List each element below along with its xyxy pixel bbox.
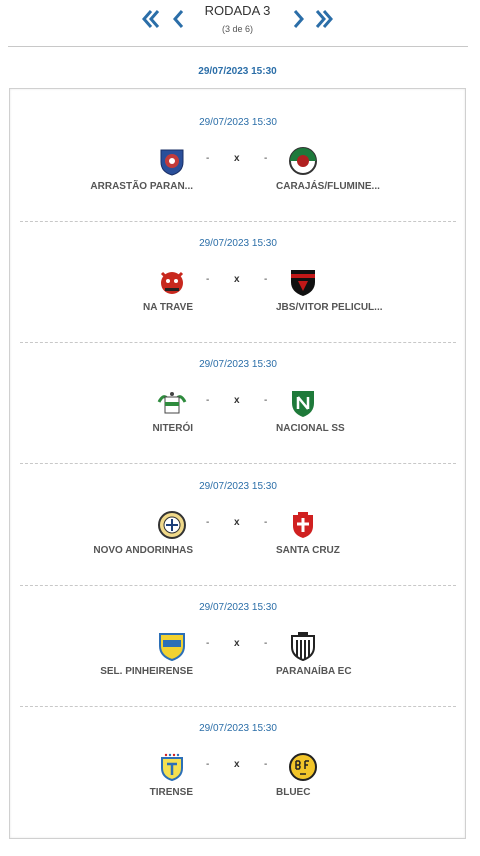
away-score: - xyxy=(264,638,268,649)
team-crest-icon xyxy=(157,392,187,414)
match-row[interactable]: 29/07/2023 15:30 - x - NITERÓI NACIONAL … xyxy=(20,330,456,451)
home-score: - xyxy=(206,274,210,285)
away-team-name: SANTA CRUZ xyxy=(276,545,340,556)
home-team-name: NA TRAVE xyxy=(143,302,193,313)
versus-label: x xyxy=(234,638,240,649)
away-score: - xyxy=(264,395,268,406)
home-score: - xyxy=(206,638,210,649)
away-team-name: CARAJÁS/FLUMINE... xyxy=(276,181,380,192)
away-team-name: JBS/VITOR PELICUL... xyxy=(276,302,383,313)
home-team-name: TIRENSE xyxy=(149,787,193,798)
match-row[interactable]: 29/07/2023 15:30 - x - NOVO ANDORINHAS S… xyxy=(20,452,456,573)
home-team-name: SEL. PINHEIRENSE xyxy=(100,666,193,677)
away-team-name: NACIONAL SS xyxy=(276,423,345,434)
away-team-name: BLUEC xyxy=(276,787,311,798)
versus-label: x xyxy=(234,274,240,285)
away-score: - xyxy=(264,274,268,285)
home-team-name: ARRASTÃO PARAN... xyxy=(90,181,193,192)
team-crest-icon xyxy=(289,147,317,175)
team-crest-icon xyxy=(158,511,186,539)
next-round-button[interactable] xyxy=(287,8,309,30)
team-crest-icon xyxy=(161,753,183,782)
round-counter: (3 de 6) xyxy=(221,24,254,34)
versus-label: x xyxy=(234,517,240,528)
team-crest-icon xyxy=(160,271,184,294)
group-date: 29/07/2023 15:30 xyxy=(198,66,277,77)
home-score: - xyxy=(206,517,210,528)
versus-label: x xyxy=(234,759,240,770)
team-crest-icon xyxy=(291,632,315,661)
versus-label: x xyxy=(234,153,240,164)
home-score: - xyxy=(206,153,210,164)
match-row[interactable]: 29/07/2023 15:30 - x - NA TRAVE JBS/VITO… xyxy=(20,209,456,330)
away-score: - xyxy=(264,759,268,770)
round-title: RODADA 3 xyxy=(204,3,271,18)
home-team-name: NITERÓI xyxy=(152,423,193,434)
team-crest-icon xyxy=(292,391,314,417)
team-crest-icon xyxy=(289,753,317,781)
match-date: 29/07/2023 15:30 xyxy=(199,723,277,734)
round-navigation: RODADA 3 (3 de 6) xyxy=(0,0,480,46)
team-crest-icon xyxy=(291,270,315,296)
home-team-name: NOVO ANDORINHAS xyxy=(93,545,193,556)
match-date: 29/07/2023 15:30 xyxy=(199,481,277,492)
versus-label: x xyxy=(234,395,240,406)
team-crest-icon xyxy=(160,149,184,176)
match-row[interactable]: 29/07/2023 15:30 - x - SEL. PINHEIRENSE … xyxy=(20,573,456,694)
header-divider xyxy=(8,46,468,47)
match-date: 29/07/2023 15:30 xyxy=(199,238,277,249)
home-score: - xyxy=(206,759,210,770)
away-team-name: PARANAÍBA EC xyxy=(276,666,352,677)
match-date: 29/07/2023 15:30 xyxy=(199,602,277,613)
double-chevron-right-icon xyxy=(315,10,333,28)
match-row[interactable]: 29/07/2023 15:30 - x - TIRENSE BLUEC xyxy=(20,694,456,815)
match-row[interactable]: 29/07/2023 15:30 - x - ARRASTÃO PARAN...… xyxy=(20,88,456,209)
match-date: 29/07/2023 15:30 xyxy=(199,117,277,128)
team-crest-icon xyxy=(293,512,313,538)
last-round-button[interactable] xyxy=(313,8,335,30)
chevron-right-icon xyxy=(293,10,304,28)
away-score: - xyxy=(264,153,268,164)
team-crest-icon xyxy=(159,633,185,661)
match-date: 29/07/2023 15:30 xyxy=(199,359,277,370)
home-score: - xyxy=(206,395,210,406)
away-score: - xyxy=(264,517,268,528)
